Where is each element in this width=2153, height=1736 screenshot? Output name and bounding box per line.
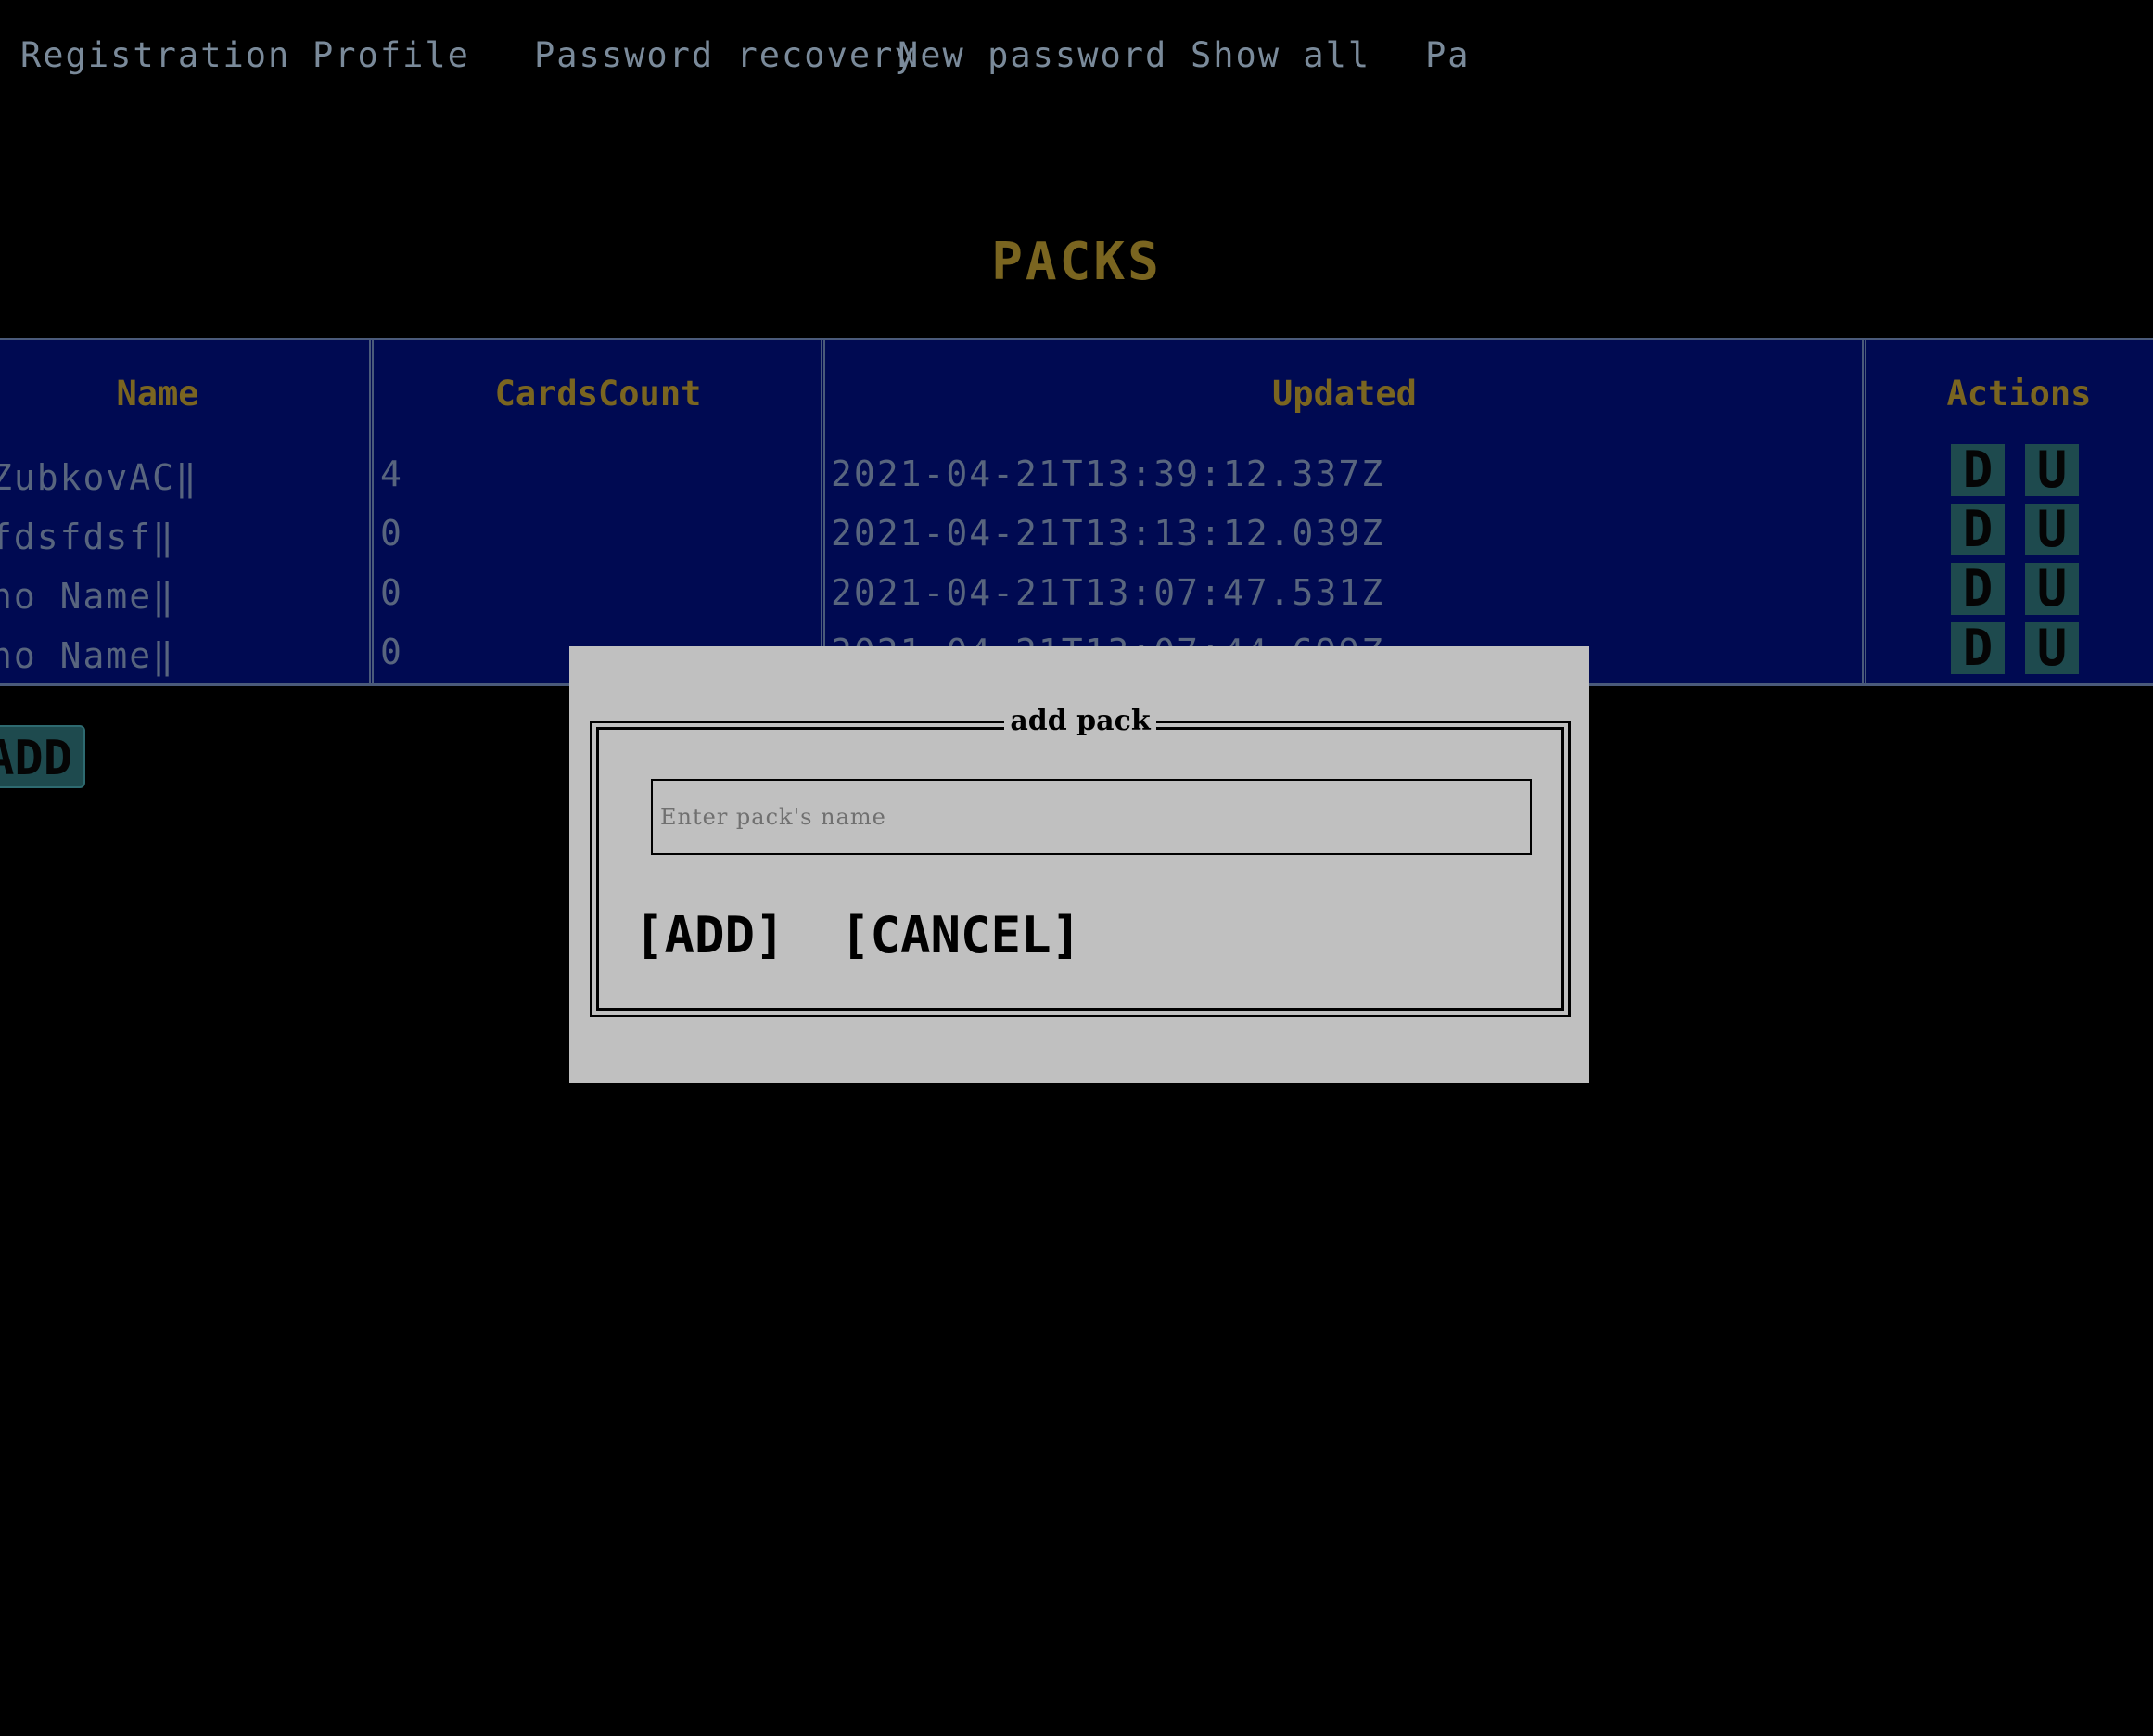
cell-name: ZubkovAC‖	[0, 457, 198, 498]
modal-frame: add pack	[590, 705, 1571, 1017]
cell-name: fdsfdsf‖	[0, 517, 176, 557]
modal-cancel-button[interactable]: [CANCEL]	[840, 906, 1081, 964]
cell-updated: 2021-04-21T13:13:12.039Z	[831, 513, 1385, 554]
modal-title: add pack	[592, 705, 1568, 737]
pack-name-input[interactable]	[651, 779, 1532, 855]
column-divider	[821, 340, 825, 683]
delete-button[interactable]: D	[1951, 622, 2005, 674]
modal-add-button[interactable]: [ADD]	[634, 906, 785, 964]
modal-title-text: add pack	[1004, 705, 1156, 737]
cell-updated: 2021-04-21T13:39:12.337Z	[831, 453, 1385, 494]
nav-packs[interactable]: Pa	[1425, 35, 1471, 75]
nav-profile[interactable]: Profile	[312, 35, 470, 75]
page-title: PACKS	[991, 232, 1162, 292]
cell-cards-count: 0	[380, 513, 403, 554]
column-divider	[1862, 340, 1866, 683]
modal-frame-inner	[596, 727, 1564, 1011]
header-updated[interactable]: Updated	[827, 374, 1862, 414]
header-actions: Actions	[1946, 374, 2092, 414]
nav-new-password[interactable]: New password	[898, 35, 1167, 75]
page: Registration Profile Password recovery N…	[0, 0, 2153, 1736]
cell-cards-count: 0	[380, 632, 403, 672]
nav-password-recovery[interactable]: Password recovery	[534, 35, 917, 75]
delete-button[interactable]: D	[1951, 444, 2005, 496]
add-pack-modal: add pack [ADD] [CANCEL]	[569, 646, 1589, 1083]
cell-name: no Name‖	[0, 635, 176, 676]
nav-show-all[interactable]: Show all	[1191, 35, 1370, 75]
delete-button[interactable]: D	[1951, 563, 2005, 615]
add-pack-button[interactable]: ADD	[0, 725, 85, 788]
packs-table: Name CardsCount Updated Actions ZubkovAC…	[0, 338, 2153, 686]
delete-button[interactable]: D	[1951, 504, 2005, 555]
cell-name: no Name‖	[0, 576, 176, 617]
cell-updated: 2021-04-21T13:07:47.531Z	[831, 572, 1385, 613]
update-button[interactable]: U	[2025, 444, 2079, 496]
header-name[interactable]: Name	[0, 374, 315, 414]
update-button[interactable]: U	[2025, 504, 2079, 555]
cell-cards-count: 4	[380, 453, 403, 494]
cell-cards-count: 0	[380, 572, 403, 613]
update-button[interactable]: U	[2025, 622, 2079, 674]
column-divider	[369, 340, 374, 683]
header-cards-count[interactable]: CardsCount	[376, 374, 821, 414]
update-button[interactable]: U	[2025, 563, 2079, 615]
nav-registration[interactable]: Registration	[20, 35, 290, 75]
